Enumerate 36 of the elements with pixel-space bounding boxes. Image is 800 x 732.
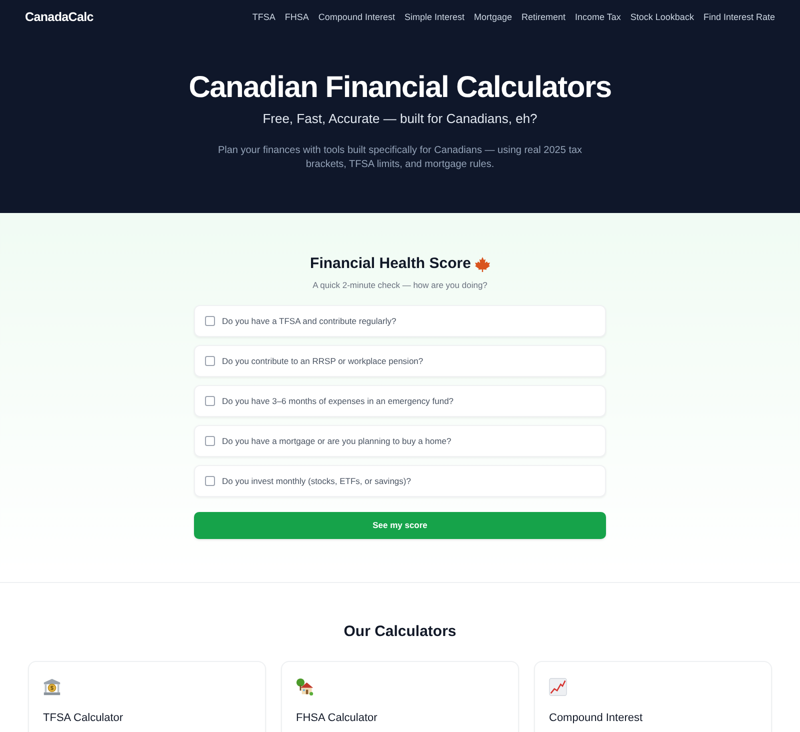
checkbox[interactable]: [205, 436, 215, 446]
question-option[interactable]: Do you have a TFSA and contribute regularly?: [194, 305, 606, 337]
site-logo[interactable]: CanadaCalc: [25, 8, 94, 27]
line-chart-icon: [549, 678, 567, 696]
nav-link[interactable]: Compound Interest: [318, 10, 395, 24]
nav-link[interactable]: Simple Interest: [404, 10, 464, 24]
checkbox[interactable]: [205, 316, 215, 326]
nav-link[interactable]: Mortgage: [474, 10, 512, 24]
question-option[interactable]: Do you invest monthly (stocks, ETFs, or savings)?: [194, 465, 606, 497]
nav-link[interactable]: Income Tax: [575, 10, 621, 24]
calculator-title: Compound Interest: [549, 711, 643, 725]
nav-link[interactable]: Stock Lookback: [630, 10, 694, 24]
maple-leaf-icon: [474, 256, 490, 272]
question-option[interactable]: Do you contribute to an RRSP or workplace pension?: [194, 345, 606, 377]
nav-link[interactable]: FHSA: [284, 10, 309, 24]
checkbox[interactable]: [205, 396, 215, 406]
nav-link[interactable]: TFSA: [252, 10, 276, 24]
checkbox[interactable]: [205, 476, 215, 486]
quiz-subtitle: A quick 2-minute check — how are you doing?: [312, 279, 488, 291]
nav-link[interactable]: Find Interest Rate: [703, 10, 775, 24]
calculator-card[interactable]: Compound Interest: [534, 661, 772, 732]
nav-link[interactable]: Retirement: [522, 10, 566, 24]
section-title: Our Calculators: [344, 622, 456, 642]
calculator-card[interactable]: FHSA Calculator: [281, 661, 519, 732]
hero-description: Plan your finances with tools built specifically for Canadians — using real 2025 tax brackets, TFSA limits, and mortgage rules.: [216, 144, 584, 172]
hero-tagline: Free, Fast, Accurate — built for Canadians, eh?: [262, 111, 538, 127]
quiz-title: Financial Health Score: [310, 254, 471, 274]
hero-title: Canadian Financial Calculators: [188, 70, 612, 106]
question-option[interactable]: Do you have 3–6 months of expenses in an emergency fund?: [194, 385, 606, 417]
calculator-title: FHSA Calculator: [296, 711, 378, 725]
question-option[interactable]: Do you have a mortgage or are you planning to buy a home?: [194, 425, 606, 457]
calculator-title: TFSA Calculator: [43, 711, 124, 725]
calculator-card[interactable]: TFSA Calculator: [28, 661, 266, 732]
checkbox[interactable]: [205, 356, 215, 366]
house-with-tree-icon: [296, 678, 314, 696]
bank-building-icon: [43, 678, 61, 696]
